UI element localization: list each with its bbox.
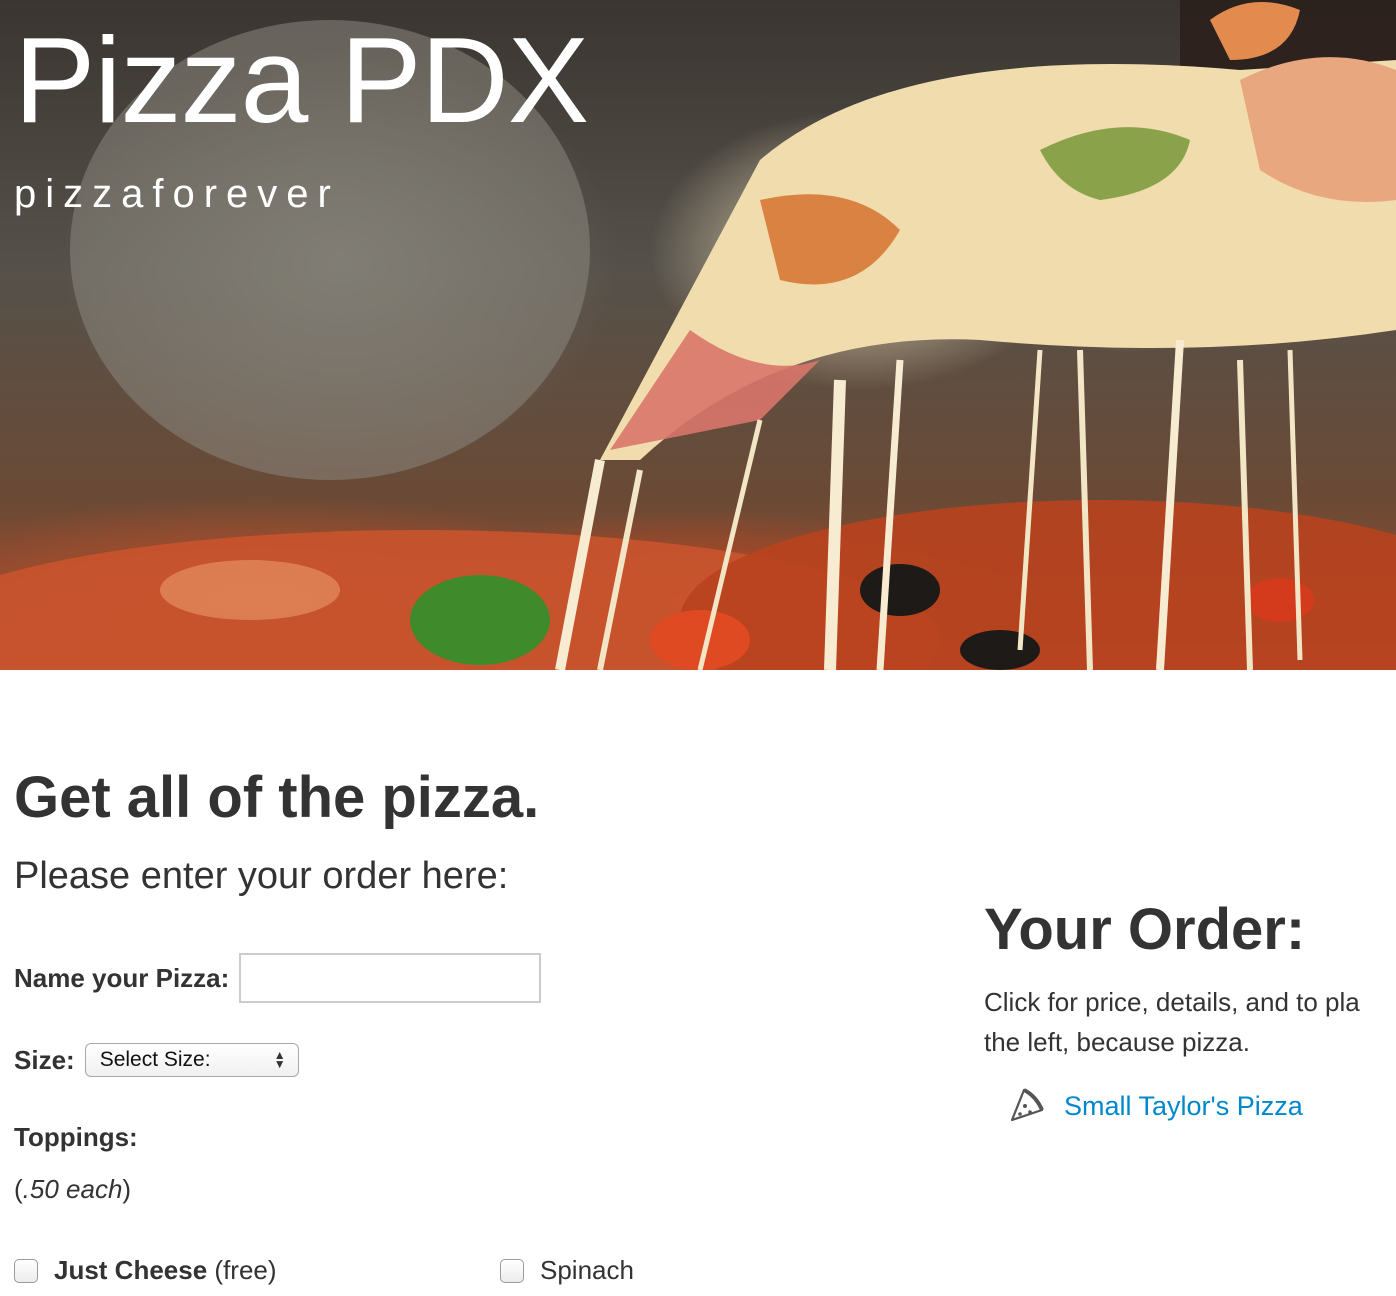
order-description: Click for price, details, and to pla the… bbox=[984, 982, 1396, 1062]
name-field-row: Name your Pizza: bbox=[14, 953, 542, 1003]
site-tagline: pizzaforever bbox=[14, 172, 340, 216]
topping-spinach[interactable]: Spinach bbox=[500, 1255, 634, 1286]
note-paren-open: ( bbox=[14, 1174, 23, 1204]
order-heading: Your Order: bbox=[984, 897, 1306, 962]
name-label: Name your Pizza: bbox=[14, 962, 230, 993]
your-order-panel: Your Order: Click for price, details, an… bbox=[984, 890, 1396, 1122]
toppings-price-note: (.50 each) bbox=[14, 1174, 131, 1205]
size-label: Size: bbox=[14, 1044, 75, 1075]
toppings-label: Toppings: bbox=[14, 1122, 138, 1152]
order-description-line-1: Click for price, details, and to pla bbox=[984, 987, 1360, 1017]
note-paren-close: ) bbox=[122, 1174, 132, 1204]
size-select-value: Select Size: bbox=[99, 1048, 211, 1071]
order-description-line-2: the left, because pizza. bbox=[984, 1027, 1250, 1057]
size-select[interactable]: Select Size: ▲ ▼ bbox=[84, 1043, 299, 1077]
pizza-name-input[interactable] bbox=[239, 953, 542, 1003]
topping-note: (free) bbox=[214, 1255, 277, 1285]
form-subheading: Please enter your order here: bbox=[14, 855, 509, 897]
order-form: Get all of the pizza. Please enter your … bbox=[14, 760, 914, 1285]
toppings-label-row: Toppings: bbox=[14, 1122, 138, 1153]
note-price: .50 each bbox=[22, 1174, 123, 1204]
order-item-link[interactable]: Small Taylor's Pizza bbox=[1064, 1091, 1303, 1122]
order-list-item[interactable]: Small Taylor's Pizza bbox=[1006, 1086, 1303, 1126]
topping-label: Spinach bbox=[540, 1255, 634, 1285]
just-cheese-checkbox[interactable] bbox=[14, 1258, 38, 1283]
site-title: Pizza PDX bbox=[14, 12, 589, 148]
select-arrows-icon: ▲ ▼ bbox=[273, 1048, 286, 1071]
spinach-checkbox[interactable] bbox=[500, 1258, 524, 1283]
size-field-row: Size: Select Size: ▲ ▼ bbox=[14, 1043, 299, 1077]
form-heading: Get all of the pizza. bbox=[14, 765, 540, 830]
topping-just-cheese[interactable]: Just Cheese (free) bbox=[14, 1255, 277, 1286]
topping-label: Just Cheese bbox=[54, 1255, 208, 1285]
pizza-slice-icon bbox=[1010, 1088, 1044, 1122]
hero-banner: Pizza PDX pizzaforever bbox=[0, 0, 1396, 670]
